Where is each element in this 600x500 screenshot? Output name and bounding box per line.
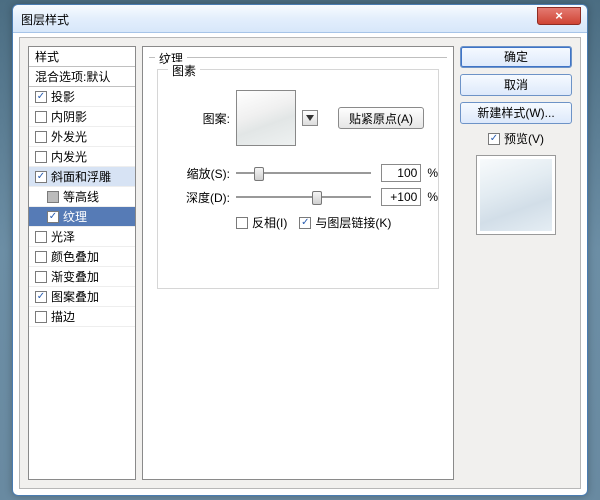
style-checkbox[interactable] <box>35 251 47 263</box>
style-checkbox[interactable] <box>35 111 47 123</box>
style-item-label: 等高线 <box>63 188 99 205</box>
pattern-swatch[interactable] <box>236 90 296 146</box>
style-item-8[interactable]: 颜色叠加 <box>29 247 135 267</box>
dialog-window: 图层样式 × 样式 混合选项:默认 投影内阴影外发光内发光斜面和浮雕等高线纹理光… <box>12 4 588 496</box>
percent-label: % <box>427 190 438 204</box>
percent-label: % <box>427 166 438 180</box>
style-item-label: 外发光 <box>51 128 87 145</box>
style-item-5[interactable]: 等高线 <box>29 187 135 207</box>
style-checkbox[interactable] <box>35 151 47 163</box>
preview-thumbnail <box>476 155 556 235</box>
style-item-label: 斜面和浮雕 <box>51 168 111 185</box>
ok-button[interactable]: 确定 <box>460 46 572 68</box>
right-buttons: 确定 取消 新建样式(W)... 预览(V) <box>460 46 572 235</box>
style-item-7[interactable]: 光泽 <box>29 227 135 247</box>
depth-slider[interactable] <box>236 189 371 205</box>
style-item-label: 渐变叠加 <box>51 268 99 285</box>
style-checkbox[interactable] <box>35 271 47 283</box>
style-checkbox[interactable] <box>35 131 47 143</box>
style-item-0[interactable]: 投影 <box>29 87 135 107</box>
depth-input[interactable]: +100 <box>381 188 421 206</box>
blend-options-item[interactable]: 混合选项:默认 <box>29 67 135 87</box>
style-item-4[interactable]: 斜面和浮雕 <box>29 167 135 187</box>
scale-input[interactable]: 100 <box>381 164 421 182</box>
settings-panel: 纹理 图素 图案: 贴紧原点(A) 缩放(S): 100 % <box>142 46 454 480</box>
style-checkbox[interactable] <box>35 171 47 183</box>
style-item-label: 投影 <box>51 88 75 105</box>
style-checkbox[interactable] <box>47 191 59 203</box>
style-item-9[interactable]: 渐变叠加 <box>29 267 135 287</box>
link-with-layer-label: 与图层链接(K) <box>315 214 391 231</box>
style-item-6[interactable]: 纹理 <box>29 207 135 227</box>
pattern-group: 图素 图案: 贴紧原点(A) 缩放(S): 100 % 深度( <box>157 69 439 289</box>
cancel-button[interactable]: 取消 <box>460 74 572 96</box>
preview-checkbox[interactable] <box>488 133 500 145</box>
style-checkbox[interactable] <box>35 311 47 323</box>
invert-label: 反相(I) <box>252 214 287 231</box>
snap-origin-button[interactable]: 贴紧原点(A) <box>338 107 424 129</box>
window-title: 图层样式 <box>21 11 69 28</box>
style-checkbox[interactable] <box>35 91 47 103</box>
scale-label: 缩放(S): <box>158 165 230 182</box>
style-item-2[interactable]: 外发光 <box>29 127 135 147</box>
style-checkbox[interactable] <box>35 291 47 303</box>
style-item-label: 内发光 <box>51 148 87 165</box>
style-item-label: 图案叠加 <box>51 288 99 305</box>
style-item-11[interactable]: 描边 <box>29 307 135 327</box>
style-checkbox[interactable] <box>35 231 47 243</box>
pattern-dropdown-icon[interactable] <box>302 110 318 126</box>
style-checkbox[interactable] <box>47 211 59 223</box>
style-item-label: 描边 <box>51 308 75 325</box>
style-item-label: 内阴影 <box>51 108 87 125</box>
invert-checkbox[interactable] <box>236 217 248 229</box>
scale-slider[interactable] <box>236 165 371 181</box>
link-with-layer-checkbox[interactable] <box>299 217 311 229</box>
style-item-1[interactable]: 内阴影 <box>29 107 135 127</box>
titlebar[interactable]: 图层样式 × <box>13 5 587 33</box>
style-item-label: 颜色叠加 <box>51 248 99 265</box>
new-style-button[interactable]: 新建样式(W)... <box>460 102 572 124</box>
style-item-3[interactable]: 内发光 <box>29 147 135 167</box>
depth-label: 深度(D): <box>158 189 230 206</box>
pattern-group-title: 图素 <box>168 62 200 79</box>
style-item-label: 光泽 <box>51 228 75 245</box>
style-item-label: 纹理 <box>63 208 87 225</box>
dialog-body: 样式 混合选项:默认 投影内阴影外发光内发光斜面和浮雕等高线纹理光泽颜色叠加渐变… <box>19 37 581 489</box>
close-button[interactable]: × <box>537 7 581 25</box>
pattern-label: 图案: <box>158 110 230 127</box>
styles-header: 样式 <box>29 47 135 67</box>
style-item-10[interactable]: 图案叠加 <box>29 287 135 307</box>
styles-panel: 样式 混合选项:默认 投影内阴影外发光内发光斜面和浮雕等高线纹理光泽颜色叠加渐变… <box>28 46 136 480</box>
preview-label: 预览(V) <box>504 130 544 147</box>
